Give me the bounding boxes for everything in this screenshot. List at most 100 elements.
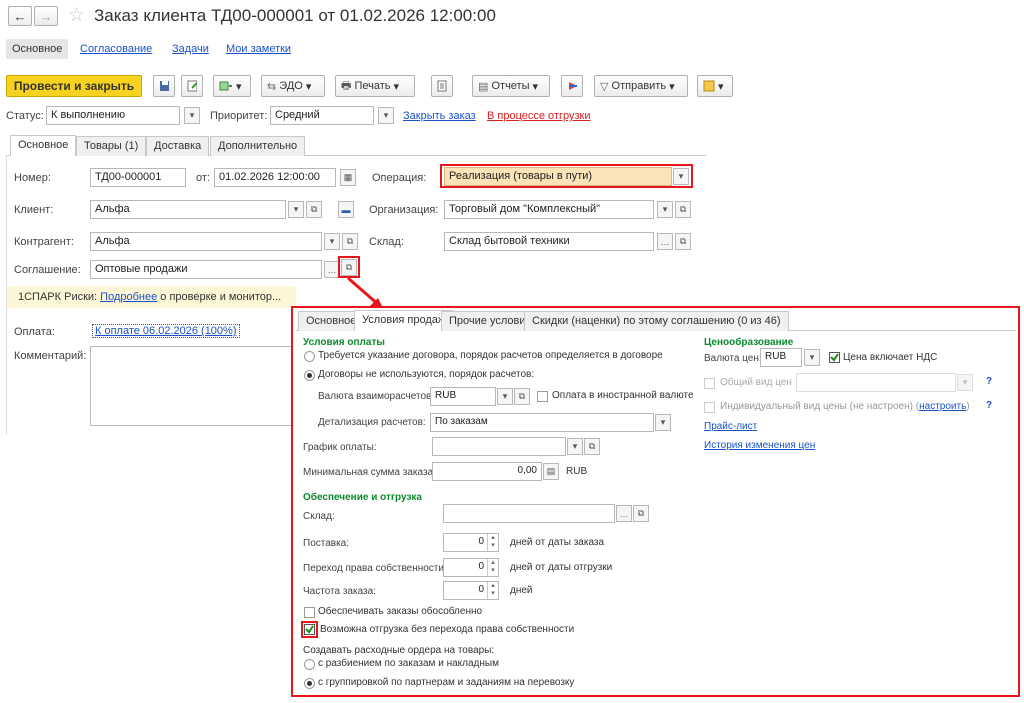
comment-textarea[interactable]: [90, 346, 292, 426]
form-tab-additional[interactable]: Дополнительно: [210, 136, 306, 156]
date-field[interactable]: 01.02.2026 12:00:00: [214, 168, 336, 187]
ship-without-ownership-checkbox[interactable]: [304, 624, 315, 635]
common-price-type-field[interactable]: [796, 373, 956, 392]
individual-price-help-icon[interactable]: ?: [986, 400, 992, 411]
frequency-field[interactable]: 0 ▴ ▾: [443, 581, 499, 600]
common-price-type-checkbox[interactable]: [704, 378, 715, 389]
individual-price-type-checkbox[interactable]: [704, 402, 715, 413]
foreign-currency-checkbox[interactable]: [537, 391, 548, 402]
post-and-close-button[interactable]: Провести и закрыть: [6, 75, 142, 97]
payment-link[interactable]: К оплате 06.02.2026 (100%): [92, 324, 240, 338]
organization-field[interactable]: Торговый дом "Комплексный": [444, 200, 654, 219]
send-button[interactable]: ▽ Отправить ▾: [594, 75, 688, 97]
ownership-spinner-icon[interactable]: ▴ ▾: [487, 559, 498, 576]
common-price-type-label: Общий вид цен: [720, 377, 792, 388]
calculator-icon[interactable]: ▤: [543, 463, 559, 480]
payment-schedule-dropdown-icon[interactable]: ▾: [567, 438, 583, 455]
separate-provision-checkbox[interactable]: [304, 607, 315, 618]
price-incl-vat-checkbox[interactable]: [829, 352, 840, 363]
printer-icon: 🖶: [341, 79, 352, 92]
radio-no-contract[interactable]: [304, 370, 315, 381]
nav-tab-approval[interactable]: Согласование: [80, 43, 152, 55]
radio-split-orders[interactable]: [304, 659, 315, 670]
warehouse-select-icon[interactable]: …: [657, 233, 673, 250]
common-price-type-dropdown-icon[interactable]: ▾: [957, 374, 973, 391]
payment-terms-header: Условия оплаты: [303, 337, 385, 348]
settlement-detail-dropdown-icon[interactable]: ▾: [655, 414, 671, 431]
reports-button[interactable]: ▤ Отчеты ▾: [472, 75, 550, 97]
counterparty-open-icon[interactable]: ⧉: [342, 233, 358, 250]
min-order-field[interactable]: 0,00: [432, 462, 542, 481]
edo-button[interactable]: ⇆ ЭДО ▾: [261, 75, 325, 97]
settlement-currency-open-icon[interactable]: ⧉: [514, 388, 530, 405]
frequency-spinner-icon[interactable]: ▴ ▾: [487, 582, 498, 599]
nav-tab-tasks[interactable]: Задачи: [172, 43, 209, 55]
form-tab-goods[interactable]: Товары (1): [76, 136, 147, 156]
ownership-field[interactable]: 0 ▴ ▾: [443, 558, 499, 577]
counterparty-field[interactable]: Альфа: [90, 232, 322, 251]
form-tab-main[interactable]: Основное: [10, 135, 77, 156]
price-incl-vat-label: Цена включает НДС: [843, 352, 938, 363]
priority-dropdown-icon[interactable]: ▾: [378, 107, 394, 124]
organization-open-icon[interactable]: ⧉: [675, 201, 691, 218]
payment-schedule-open-icon[interactable]: ⧉: [584, 438, 600, 455]
ship-without-ownership-label: Возможна отгрузка без перехода права соб…: [320, 624, 575, 635]
nav-tab-notes[interactable]: Мои заметки: [226, 43, 291, 55]
price-currency-field[interactable]: RUB: [760, 348, 802, 367]
attachments-icon[interactable]: ▾: [697, 75, 733, 97]
save-icon[interactable]: [153, 75, 175, 97]
radio-contract-required[interactable]: [304, 351, 315, 362]
popup-warehouse-open-icon[interactable]: ⧉: [633, 505, 649, 522]
delivery-field[interactable]: 0 ▴ ▾: [443, 533, 499, 552]
warehouse-field[interactable]: Склад бытовой техники: [444, 232, 654, 251]
client-card-icon[interactable]: ▬: [338, 201, 354, 218]
payment-label: Оплата:: [14, 326, 55, 338]
agreement-field[interactable]: Оптовые продажи: [90, 260, 322, 279]
popup-warehouse-select-icon[interactable]: …: [616, 505, 632, 522]
shipping-status-link[interactable]: В процессе отгрузки: [487, 110, 590, 122]
spark-details-link[interactable]: Подробнее: [100, 291, 157, 303]
settlement-detail-field[interactable]: По заказам: [430, 413, 654, 432]
create-based-on-icon[interactable]: ▾: [213, 75, 251, 97]
status-dropdown-icon[interactable]: ▾: [184, 107, 200, 124]
reports-icon: ▤: [478, 80, 489, 93]
radio-contract-required-label: Требуется указание договора, порядок рас…: [318, 350, 663, 361]
popup-warehouse-field[interactable]: [443, 504, 615, 523]
settlement-currency-dropdown-icon[interactable]: ▾: [497, 388, 513, 405]
post-document-icon[interactable]: [181, 75, 203, 97]
calendar-icon[interactable]: ▦: [340, 169, 356, 186]
forward-button[interactable]: →: [34, 6, 58, 26]
radio-group-orders[interactable]: [304, 678, 315, 689]
organization-dropdown-icon[interactable]: ▾: [657, 201, 673, 218]
warehouse-open-icon[interactable]: ⧉: [675, 233, 691, 250]
priority-select[interactable]: Средний: [270, 106, 374, 125]
price-currency-dropdown-icon[interactable]: ▾: [804, 349, 820, 366]
operation-dropdown-icon[interactable]: ▾: [673, 168, 689, 185]
delivery-spinner-icon[interactable]: ▴ ▾: [487, 534, 498, 551]
settlement-currency-field[interactable]: RUB: [430, 387, 496, 406]
ownership-unit: дней от даты отгрузки: [510, 562, 613, 573]
payment-schedule-label: График оплаты:: [303, 442, 377, 453]
counterparty-dropdown-icon[interactable]: ▾: [324, 233, 340, 250]
popup-tab-sales-terms[interactable]: Условия продаж: [354, 310, 454, 331]
operation-select[interactable]: Реализация (товары в пути): [444, 167, 672, 186]
flag-icon[interactable]: [561, 75, 583, 97]
close-order-link[interactable]: Закрыть заказ: [403, 110, 476, 122]
status-select[interactable]: К выполнению: [46, 106, 180, 125]
client-field[interactable]: Альфа: [90, 200, 286, 219]
form-tab-delivery[interactable]: Доставка: [146, 136, 210, 156]
client-open-icon[interactable]: ⧉: [306, 201, 322, 218]
price-history-link[interactable]: История изменения цен: [704, 440, 815, 451]
common-price-help-icon[interactable]: ?: [986, 376, 992, 387]
back-button[interactable]: ←: [8, 6, 32, 26]
journal-icon[interactable]: [431, 75, 453, 97]
payment-schedule-field[interactable]: [432, 437, 566, 456]
number-field[interactable]: ТД00-000001: [90, 168, 186, 187]
nav-tab-main[interactable]: Основное: [6, 39, 69, 59]
print-button[interactable]: 🖶 Печать ▾: [335, 75, 415, 97]
popup-tab-discounts[interactable]: Скидки (наценки) по этому соглашению (0 …: [524, 311, 789, 331]
configure-link[interactable]: настроить: [919, 401, 966, 412]
favorite-star-icon[interactable]: ☆: [68, 4, 85, 27]
price-list-link[interactable]: Прайс-лист: [704, 421, 757, 432]
client-dropdown-icon[interactable]: ▾: [288, 201, 304, 218]
